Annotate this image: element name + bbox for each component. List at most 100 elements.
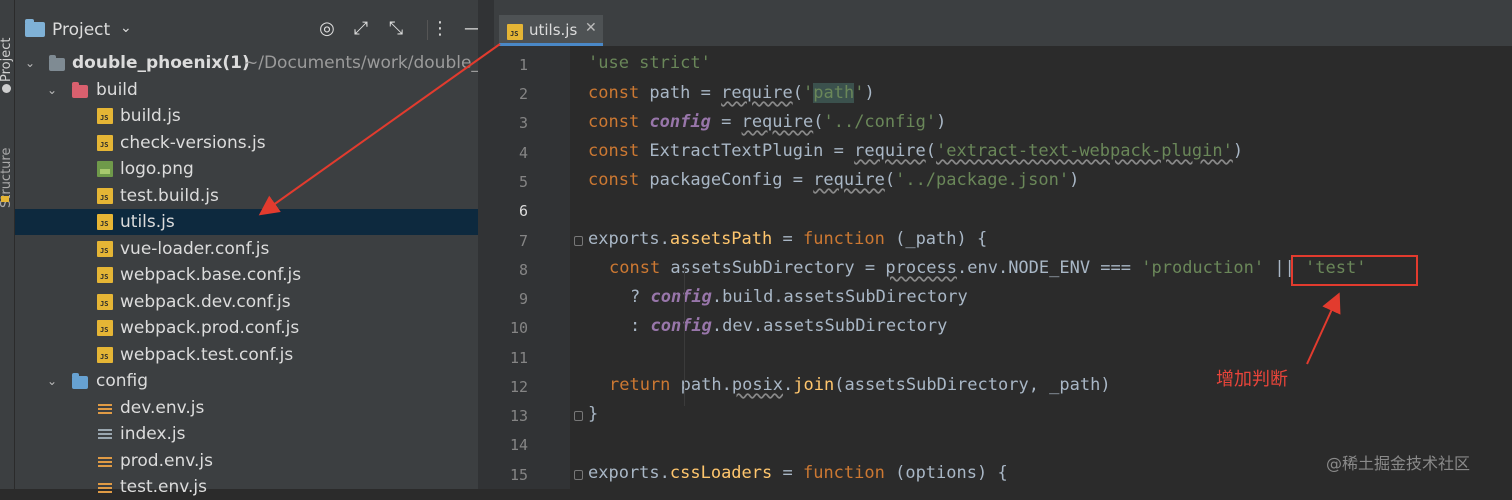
tree-file[interactable]: logo.png (15, 156, 478, 182)
line-number: 13 (509, 407, 528, 425)
tree-item-label: webpack.prod.conf.js (120, 318, 300, 338)
line-number: 14 (509, 436, 528, 454)
line-number: 4 (518, 144, 528, 162)
code-line-10: : config.dev.assetsSubDirectory (630, 316, 948, 336)
line-number: 8 (518, 261, 528, 279)
code-line-7: exports.assetsPath = function (_path) { (588, 229, 988, 249)
js-file-icon (97, 267, 113, 283)
annotation-label: 增加判断 (1216, 369, 1288, 390)
line-number: 10 (509, 319, 528, 337)
line-number-gutter: 1 2 3 4 5 6 7 8 9 10 11 12 13 14 15 (494, 46, 583, 489)
config-file-icon (97, 400, 113, 416)
chevron-down-icon[interactable]: ⌄ (47, 77, 57, 103)
tree-folder-build[interactable]: ⌄ build (15, 77, 478, 103)
code-editor: utils.js ✕ 1 2 3 4 5 6 7 8 9 10 11 12 13… (494, 0, 1512, 489)
js-file-icon (507, 24, 523, 40)
structure-tool-tab[interactable]: Structure (0, 118, 14, 208)
js-file-icon (97, 108, 113, 124)
tree-file[interactable]: webpack.test.conf.js (15, 342, 478, 368)
tree-file[interactable]: webpack.dev.conf.js (15, 289, 478, 315)
line-number: 1 (518, 56, 528, 74)
tree-item-label: vue-loader.conf.js (120, 239, 270, 259)
tree-file[interactable]: webpack.base.conf.js (15, 262, 478, 288)
tree-item-label: test.env.js (120, 477, 208, 497)
tree-item-label: build (96, 80, 138, 100)
tree-file[interactable]: index.js (15, 421, 478, 447)
line-number: 15 (509, 466, 528, 484)
root-folder-path: ~/Documents/work/double_ (244, 53, 480, 73)
chevron-down-icon[interactable]: ⌄ (25, 50, 35, 76)
js-file-icon (97, 320, 113, 336)
js-file-icon (97, 294, 113, 310)
line-number: 11 (509, 349, 528, 367)
project-folder-icon (25, 19, 45, 37)
tree-item-label: utils.js (120, 212, 175, 232)
tree-item-label: test.build.js (120, 186, 219, 206)
index-file-icon (97, 426, 113, 442)
tree-file[interactable]: test.env.js (15, 474, 478, 500)
tree-file[interactable]: dev.env.js (15, 395, 478, 421)
line-number: 9 (518, 290, 528, 308)
tree-item-label: webpack.base.conf.js (120, 265, 302, 285)
watermark: @稀土掘金技术社区 (1326, 454, 1471, 473)
project-panel-header: Project ⌄ ◎ ⤢ ⤡ ⋮ — (15, 0, 493, 46)
tree-file[interactable]: webpack.prod.conf.js (15, 315, 478, 341)
options-menu-icon[interactable]: ⋮ (429, 18, 451, 40)
project-view-selector[interactable]: Project (52, 20, 110, 40)
tree-folder-config[interactable]: ⌄ config (15, 368, 478, 394)
tree-item-label: logo.png (120, 159, 194, 179)
code-line-4: const ExtractTextPlugin = require('extra… (588, 141, 1244, 161)
tree-file[interactable]: build.js (15, 103, 478, 129)
tree-item-label: dev.env.js (120, 398, 205, 418)
line-number: 5 (518, 173, 528, 191)
code-line-5: const packageConfig = require('../packag… (588, 170, 1080, 190)
js-file-icon (97, 241, 113, 257)
js-file-icon (97, 188, 113, 204)
folder-icon (49, 55, 65, 71)
tree-item-label: prod.env.js (120, 451, 213, 471)
tree-item-label: webpack.test.conf.js (120, 345, 294, 365)
collapse-all-icon[interactable]: ⤡ (385, 18, 407, 40)
image-file-icon (97, 161, 113, 177)
js-file-icon (97, 135, 113, 151)
project-tool-tab[interactable]: Project (0, 12, 14, 82)
line-number: 2 (518, 85, 528, 103)
line-number-current: 6 (518, 202, 528, 220)
fold-marker-icon[interactable] (574, 236, 583, 246)
tree-file-selected[interactable]: utils.js (15, 209, 478, 235)
code-line-13: } (588, 404, 599, 424)
expand-all-icon[interactable]: ⤢ (350, 18, 372, 40)
tree-file[interactable]: vue-loader.conf.js (15, 236, 478, 262)
code-line-2: const path = require('path') (588, 83, 875, 103)
tree-file[interactable]: test.build.js (15, 183, 478, 209)
chevron-down-icon[interactable]: ⌄ (47, 368, 57, 394)
editor-tab-bar: utils.js ✕ (494, 0, 1512, 46)
fold-marker-icon[interactable] (574, 411, 583, 421)
folder-icon (72, 373, 88, 389)
tree-root[interactable]: ⌄ double_phoenix(1) ~/Documents/work/dou… (15, 50, 480, 76)
tree-item-label: check-versions.js (120, 133, 266, 153)
code-line-8: const assetsSubDirectory = process.env.N… (609, 258, 1367, 278)
editor-tab-utils-js[interactable]: utils.js ✕ (499, 15, 603, 46)
fold-marker-icon[interactable] (574, 470, 583, 480)
panel-splitter[interactable] (478, 0, 494, 489)
locate-target-icon[interactable]: ◎ (316, 18, 338, 40)
tab-label: utils.js (529, 21, 578, 39)
tree-item-label: config (96, 371, 149, 391)
line-number: 7 (518, 232, 528, 250)
folder-icon (72, 82, 88, 98)
indent-guide (684, 266, 685, 406)
config-file-icon (97, 479, 113, 495)
tree-file[interactable]: prod.env.js (15, 448, 478, 474)
js-file-icon (97, 347, 113, 363)
tool-window-strip: Project Structure (0, 0, 15, 489)
js-file-icon (97, 214, 113, 230)
project-panel: Project ⌄ ◎ ⤢ ⤡ ⋮ — ⌄ double_phoenix(1) … (15, 0, 482, 497)
close-icon[interactable]: ✕ (585, 20, 597, 36)
structure-tool-icon (1, 196, 9, 202)
chevron-down-icon[interactable]: ⌄ (120, 20, 132, 36)
tree-file[interactable]: check-versions.js (15, 130, 478, 156)
project-tool-icon (2, 84, 11, 93)
tree-item-label: index.js (120, 424, 186, 444)
line-number: 12 (509, 378, 528, 396)
